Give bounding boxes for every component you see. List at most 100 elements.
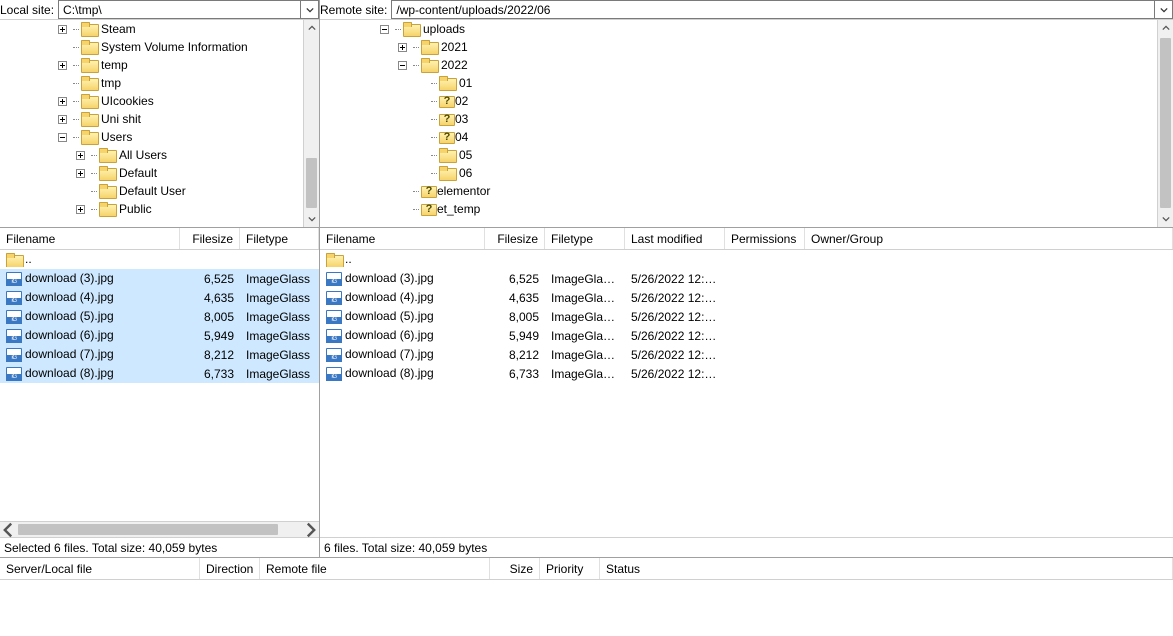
tree-item[interactable]: ?elementor (320, 182, 1157, 200)
expand-toggle[interactable] (378, 23, 391, 36)
tree-item[interactable]: uploads (320, 20, 1157, 38)
local-file-list[interactable]: ..download (3).jpg6,525ImageGlassdownloa… (0, 250, 319, 521)
expand-toggle[interactable] (56, 113, 69, 126)
folder-icon (403, 22, 419, 36)
expand-toggle[interactable] (396, 185, 409, 198)
tree-item[interactable]: Users (0, 128, 303, 146)
expand-toggle[interactable] (56, 131, 69, 144)
expand-toggle[interactable] (74, 185, 87, 198)
remote-path-input[interactable] (391, 0, 1155, 19)
scroll-down-icon[interactable] (1158, 211, 1173, 227)
expand-toggle[interactable] (396, 41, 409, 54)
file-row[interactable]: download (5).jpg8,005ImageGlass (0, 307, 319, 326)
scroll-up-icon[interactable] (1158, 20, 1173, 36)
remote-path-dropdown[interactable] (1155, 0, 1173, 19)
tree-item[interactable]: Public (0, 200, 303, 218)
expand-toggle[interactable] (74, 149, 87, 162)
file-row[interactable]: download (6).jpg5,949ImageGlas...5/26/20… (320, 326, 1173, 345)
file-row[interactable]: download (4).jpg4,635ImageGlas...5/26/20… (320, 288, 1173, 307)
col-status[interactable]: Status (600, 558, 1173, 579)
expand-toggle[interactable] (74, 203, 87, 216)
file-row[interactable]: download (6).jpg5,949ImageGlass (0, 326, 319, 345)
remote-file-list[interactable]: ..download (3).jpg6,525ImageGlas...5/26/… (320, 250, 1173, 537)
expand-toggle[interactable] (414, 95, 427, 108)
file-row[interactable]: download (3).jpg6,525ImageGlas...5/26/20… (320, 269, 1173, 288)
expand-toggle[interactable] (74, 167, 87, 180)
tree-item[interactable]: Default (0, 164, 303, 182)
remote-tree[interactable]: uploads2021202201?02?03?040506?elementor… (320, 20, 1157, 227)
parent-dir-row[interactable]: .. (0, 250, 319, 269)
remote-tree-scrollbar[interactable] (1157, 20, 1173, 227)
scroll-left-icon[interactable] (0, 522, 16, 538)
expand-toggle[interactable] (56, 23, 69, 36)
col-direction[interactable]: Direction (200, 558, 260, 579)
file-type: ImageGlass (240, 329, 319, 343)
tree-item[interactable]: 2021 (320, 38, 1157, 56)
tree-item[interactable]: 05 (320, 146, 1157, 164)
parent-dir-row[interactable]: .. (320, 250, 1173, 269)
expand-toggle[interactable] (396, 59, 409, 72)
tree-item[interactable]: tmp (0, 74, 303, 92)
scroll-thumb[interactable] (18, 524, 278, 535)
scroll-down-icon[interactable] (304, 211, 319, 227)
tree-item[interactable]: 2022 (320, 56, 1157, 74)
tree-item[interactable]: ?03 (320, 110, 1157, 128)
file-name: download (8).jpg (345, 366, 434, 380)
tree-item[interactable]: Steam (0, 20, 303, 38)
col-remote-file[interactable]: Remote file (260, 558, 490, 579)
file-row[interactable]: download (8).jpg6,733ImageGlas...5/26/20… (320, 364, 1173, 383)
col-filename[interactable]: Filename (0, 228, 180, 249)
col-filesize[interactable]: Filesize (485, 228, 545, 249)
tree-item[interactable]: ?et_temp (320, 200, 1157, 218)
col-filesize[interactable]: Filesize (180, 228, 240, 249)
tree-item[interactable]: 06 (320, 164, 1157, 182)
tree-item[interactable]: ?02 (320, 92, 1157, 110)
expand-toggle[interactable] (56, 95, 69, 108)
expand-toggle[interactable] (414, 149, 427, 162)
expand-toggle[interactable] (56, 59, 69, 72)
scroll-right-icon[interactable] (303, 522, 319, 538)
local-list-hscroll[interactable] (0, 521, 319, 537)
scroll-thumb[interactable] (1160, 38, 1171, 208)
local-tree-scrollbar[interactable] (303, 20, 319, 227)
scroll-thumb[interactable] (306, 158, 317, 208)
file-row[interactable]: download (4).jpg4,635ImageGlass (0, 288, 319, 307)
tree-item[interactable]: All Users (0, 146, 303, 164)
tree-item[interactable]: ?04 (320, 128, 1157, 146)
file-row[interactable]: download (3).jpg6,525ImageGlass (0, 269, 319, 288)
col-filetype[interactable]: Filetype (240, 228, 319, 249)
col-size[interactable]: Size (490, 558, 540, 579)
col-filename[interactable]: Filename (320, 228, 485, 249)
tree-item[interactable]: System Volume Information (0, 38, 303, 56)
file-name: download (3).jpg (345, 271, 434, 285)
expand-toggle[interactable] (396, 203, 409, 216)
local-path-input[interactable] (58, 0, 301, 19)
col-priority[interactable]: Priority (540, 558, 600, 579)
tree-item[interactable]: 01 (320, 74, 1157, 92)
tree-item[interactable]: UIcookies (0, 92, 303, 110)
local-path-label: Local site: (0, 3, 58, 17)
col-filetype[interactable]: Filetype (545, 228, 625, 249)
col-server-local[interactable]: Server/Local file (0, 558, 200, 579)
col-last-modified[interactable]: Last modified (625, 228, 725, 249)
folder-unknown-icon: ? (421, 202, 437, 216)
expand-toggle[interactable] (56, 77, 69, 90)
expand-toggle[interactable] (414, 167, 427, 180)
local-path-dropdown[interactable] (301, 0, 319, 19)
file-row[interactable]: download (5).jpg8,005ImageGlas...5/26/20… (320, 307, 1173, 326)
expand-toggle[interactable] (414, 131, 427, 144)
tree-item[interactable]: temp (0, 56, 303, 74)
scroll-up-icon[interactable] (304, 20, 319, 36)
file-row[interactable]: download (7).jpg8,212ImageGlass (0, 345, 319, 364)
queue-body[interactable] (0, 580, 1173, 636)
file-row[interactable]: download (8).jpg6,733ImageGlass (0, 364, 319, 383)
expand-toggle[interactable] (414, 77, 427, 90)
col-owner-group[interactable]: Owner/Group (805, 228, 1173, 249)
col-permissions[interactable]: Permissions (725, 228, 805, 249)
tree-item[interactable]: Uni shit (0, 110, 303, 128)
tree-item[interactable]: Default User (0, 182, 303, 200)
local-tree[interactable]: SteamSystem Volume InformationtemptmpUIc… (0, 20, 303, 227)
expand-toggle[interactable] (414, 113, 427, 126)
expand-toggle[interactable] (56, 41, 69, 54)
file-row[interactable]: download (7).jpg8,212ImageGlas...5/26/20… (320, 345, 1173, 364)
